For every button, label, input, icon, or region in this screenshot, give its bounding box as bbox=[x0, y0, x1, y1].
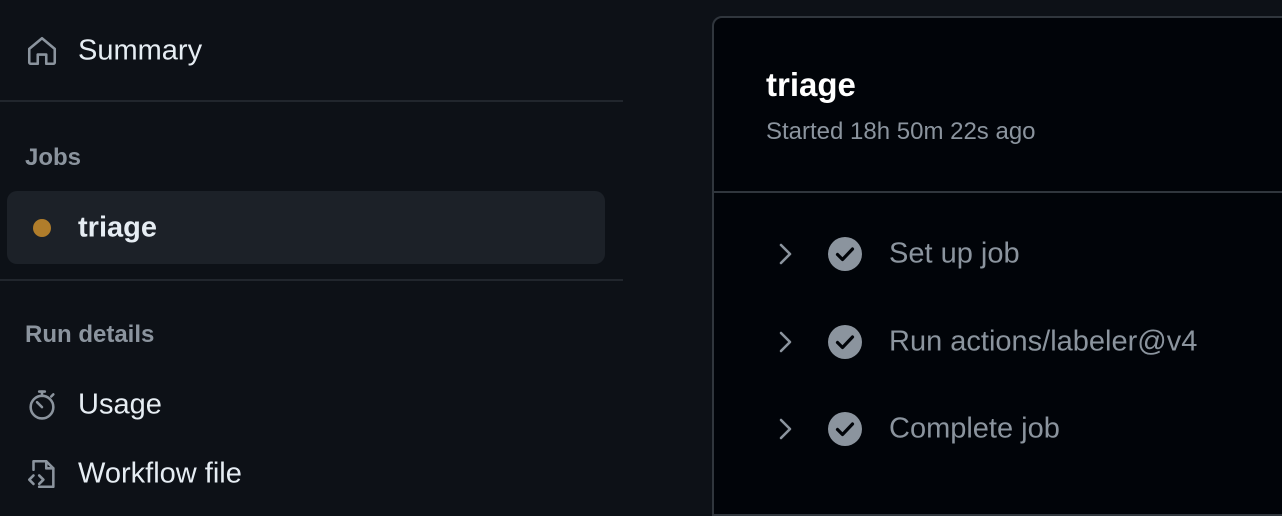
chevron-right-icon[interactable] bbox=[776, 415, 796, 443]
sidebar: Summary Jobs triage Run details Usage Wo… bbox=[0, 0, 623, 502]
step-label: Complete job bbox=[889, 412, 1060, 445]
sidebar-divider bbox=[0, 279, 623, 281]
stopwatch-icon bbox=[24, 387, 60, 423]
step-label: Set up job bbox=[889, 237, 1020, 270]
job-log-panel: triage Started 18h 50m 22s ago Set up jo… bbox=[712, 16, 1282, 516]
jobs-heading: Jobs bbox=[25, 144, 82, 171]
sidebar-item-label: Usage bbox=[78, 388, 162, 421]
sidebar-item-usage[interactable]: Usage bbox=[0, 375, 623, 435]
in-progress-status-icon bbox=[33, 219, 51, 237]
check-circle-icon bbox=[828, 237, 862, 271]
sidebar-item-job-triage[interactable]: triage bbox=[7, 191, 605, 264]
job-title: triage bbox=[766, 66, 856, 103]
job-header: triage Started 18h 50m 22s ago bbox=[714, 18, 1282, 193]
step-label: Run actions/labeler@v4 bbox=[889, 325, 1198, 358]
sidebar-item-workflow-file[interactable]: Workflow file bbox=[0, 444, 623, 504]
sidebar-item-summary[interactable]: Summary bbox=[0, 21, 623, 81]
home-icon bbox=[24, 33, 60, 69]
check-circle-icon bbox=[828, 412, 862, 446]
file-code-icon bbox=[24, 456, 60, 492]
sidebar-divider bbox=[0, 100, 623, 102]
step-row[interactable]: Set up job bbox=[714, 219, 1282, 289]
job-label: triage bbox=[78, 211, 157, 243]
chevron-right-icon[interactable] bbox=[776, 240, 796, 268]
check-circle-icon bbox=[828, 325, 862, 359]
step-row[interactable]: Complete job bbox=[714, 394, 1282, 464]
run-details-heading: Run details bbox=[25, 321, 155, 348]
job-started-time: Started 18h 50m 22s ago bbox=[766, 118, 1036, 145]
sidebar-item-label: Workflow file bbox=[78, 457, 242, 490]
sidebar-item-label: Summary bbox=[78, 34, 203, 67]
step-row[interactable]: Run actions/labeler@v4 bbox=[714, 307, 1282, 377]
chevron-right-icon[interactable] bbox=[776, 328, 796, 356]
